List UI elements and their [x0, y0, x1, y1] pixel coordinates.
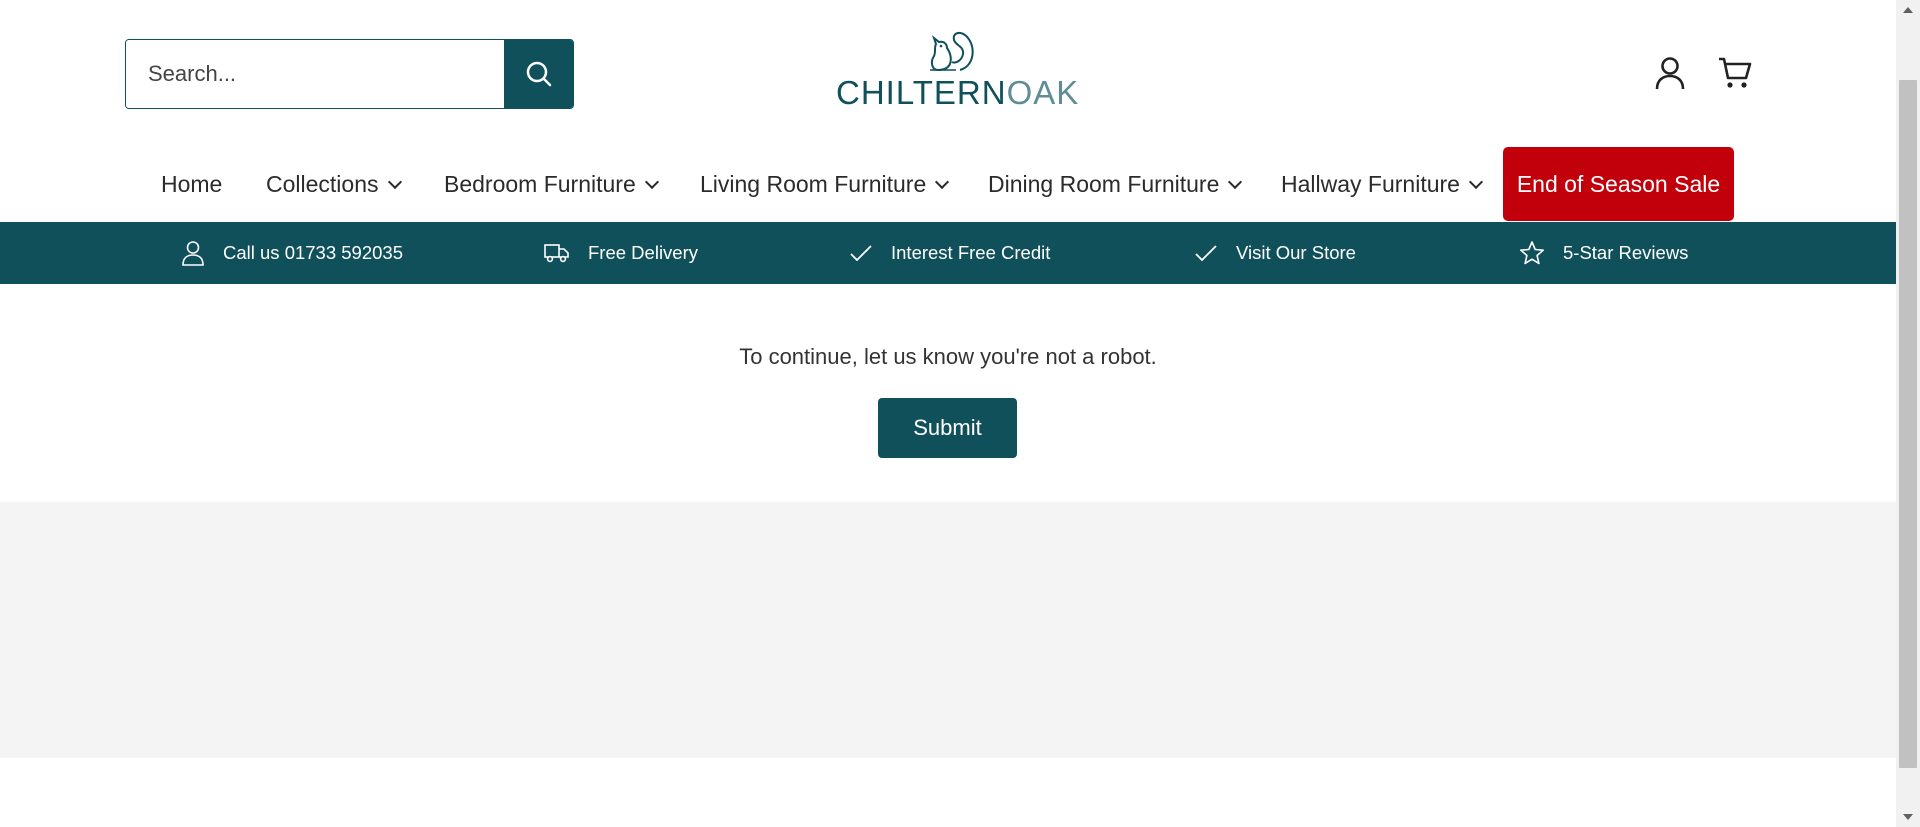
logo-text-secondary: OAK — [1006, 74, 1080, 111]
usp-interest-free-credit[interactable]: Interest Free Credit — [849, 222, 1050, 284]
chevron-down-icon — [387, 174, 402, 189]
page: CHILTERNOAK Home Collections Bedroom Fur… — [0, 0, 1896, 827]
nav-item-home[interactable]: Home — [161, 147, 222, 222]
usp-label: 5-Star Reviews — [1563, 242, 1689, 263]
search-icon — [526, 61, 551, 87]
site-header: CHILTERNOAK — [0, 0, 1896, 147]
nav-item-hallway-furniture[interactable]: Hallway Furniture — [1281, 147, 1484, 222]
nav-item-label: Bedroom Furniture — [444, 171, 636, 197]
nav-item-living-room-furniture[interactable]: Living Room Furniture — [700, 147, 950, 222]
nav-item-label: Dining Room Furniture — [988, 171, 1220, 197]
nav-item-label: Home — [161, 171, 223, 197]
logo-text: CHILTERNOAK — [836, 74, 1078, 112]
user-icon — [182, 241, 204, 266]
truck-icon — [544, 244, 569, 263]
search-button[interactable] — [504, 40, 573, 108]
captcha-section: To continue, let us know you're not a ro… — [0, 284, 1896, 502]
chevron-down-icon — [1468, 174, 1484, 189]
usp-label: Visit Our Store — [1236, 242, 1356, 263]
nav-item-label: Collections — [266, 171, 379, 197]
usp-label: Interest Free Credit — [891, 242, 1051, 263]
scroll-down-button[interactable] — [1896, 807, 1920, 827]
footer-area — [0, 502, 1896, 758]
logo-text-primary: CHILTERN — [836, 74, 1007, 111]
star-icon — [1520, 241, 1544, 265]
usp-label: Call us 01733 592035 — [223, 242, 404, 263]
vertical-scrollbar[interactable] — [1896, 0, 1920, 827]
search-input[interactable] — [126, 40, 504, 108]
nav-item-label: Hallway Furniture — [1281, 171, 1460, 197]
squirrel-logo-icon — [930, 32, 974, 72]
nav-item-collections[interactable]: Collections — [266, 147, 402, 222]
check-icon — [1195, 245, 1217, 262]
end-of-season-sale-button[interactable]: End of Season Sale — [1503, 147, 1734, 221]
nav-item-dining-room-furniture[interactable]: Dining Room Furniture — [988, 147, 1243, 222]
submit-button[interactable]: Submit — [878, 398, 1017, 458]
chevron-down-icon — [935, 174, 950, 189]
nav-item-bedroom-furniture[interactable]: Bedroom Furniture — [444, 147, 659, 222]
search-bar — [125, 39, 574, 109]
account-icon — [1655, 57, 1685, 90]
usp-free-delivery[interactable]: Free Delivery — [544, 222, 698, 284]
account-button[interactable] — [1654, 56, 1686, 95]
chevron-down-icon — [644, 174, 659, 189]
usp-bar: Call us 01733 592035 Free Delivery Inter… — [0, 222, 1896, 284]
nav-item-label: Living Room Furniture — [700, 171, 927, 197]
site-logo[interactable]: CHILTERNOAK — [836, 26, 1078, 112]
scroll-up-button[interactable] — [1896, 0, 1920, 20]
captcha-message: To continue, let us know you're not a ro… — [739, 344, 1157, 369]
sale-button-label: End of Season Sale — [1516, 170, 1721, 197]
usp-call-us[interactable]: Call us 01733 592035 — [181, 222, 403, 284]
scrollbar-thumb[interactable] — [1899, 80, 1917, 768]
cart-button[interactable] — [1718, 56, 1752, 95]
usp-visit-our-store[interactable]: Visit Our Store — [1194, 222, 1356, 284]
usp-five-star-reviews[interactable]: 5-Star Reviews — [1519, 222, 1688, 284]
scroll-down-arrow-icon — [1903, 814, 1913, 820]
check-icon — [850, 245, 872, 262]
scroll-up-arrow-icon — [1903, 7, 1913, 13]
usp-label: Free Delivery — [588, 242, 698, 263]
cart-icon — [1719, 57, 1752, 88]
main-navigation: Home Collections Bedroom Furniture Livin… — [0, 147, 1896, 222]
chevron-down-icon — [1228, 174, 1243, 189]
